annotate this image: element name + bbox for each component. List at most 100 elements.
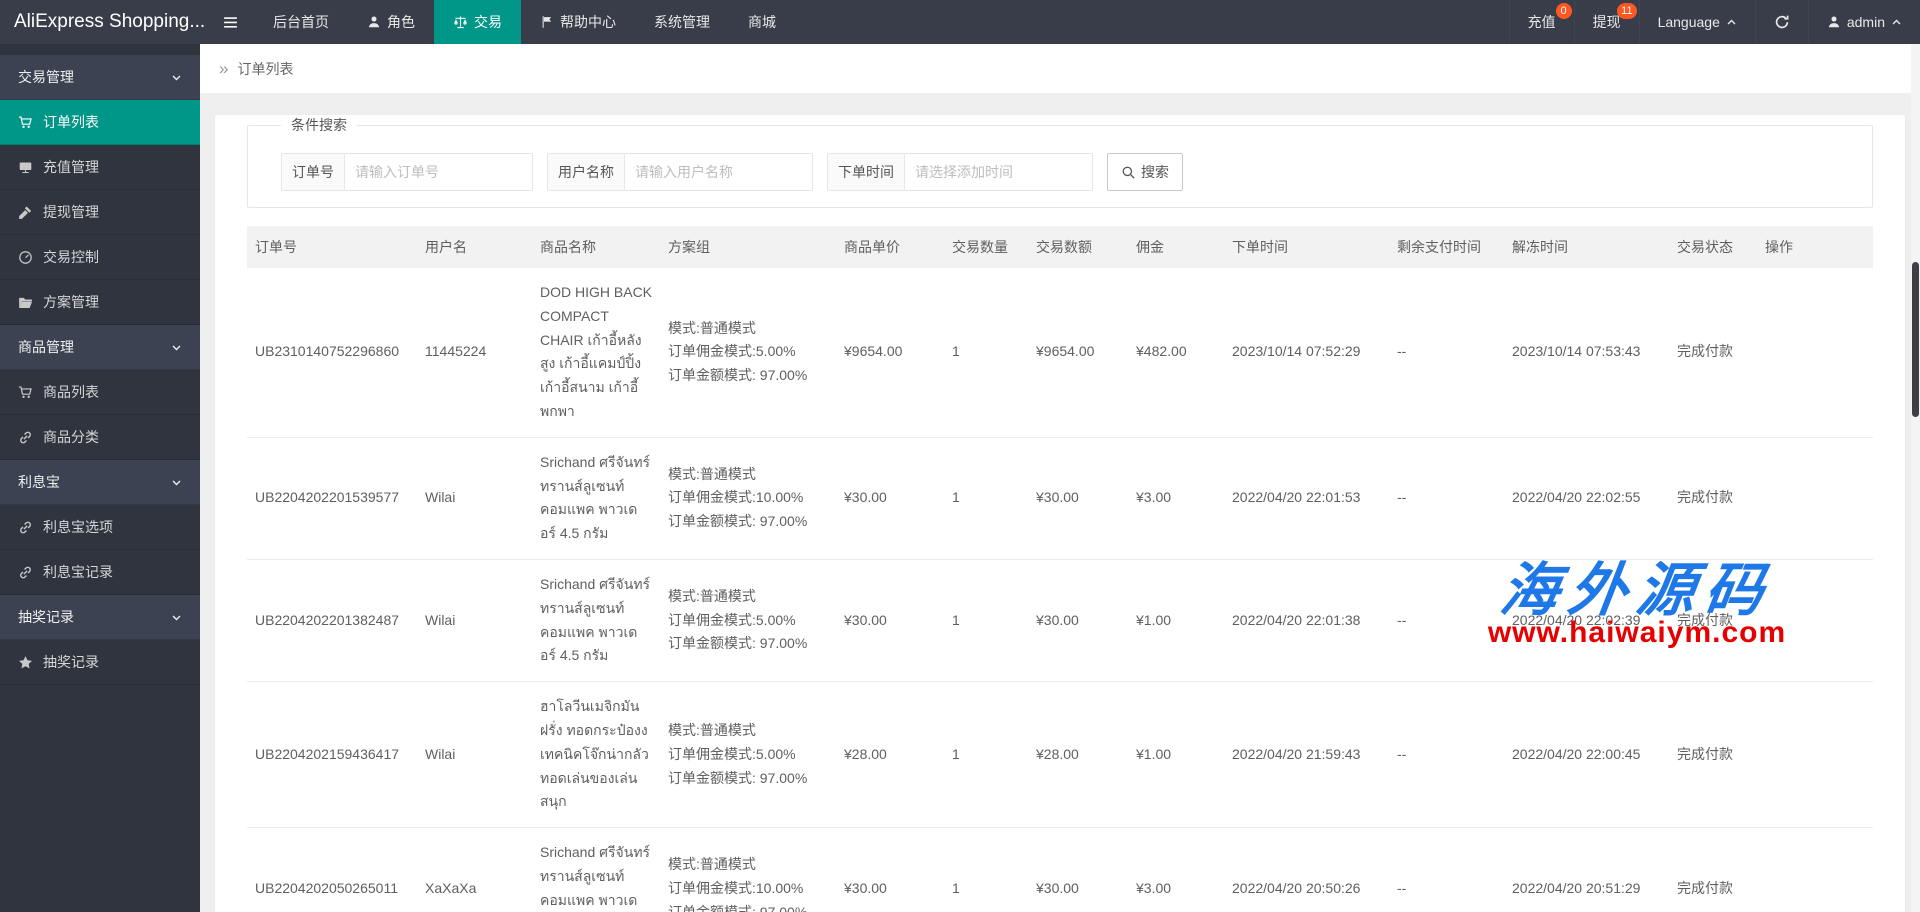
nav-item[interactable]: 后台首页 (254, 0, 348, 44)
cell-price: ¥9654.00 (836, 268, 944, 437)
recharge-badge: 0 (1556, 3, 1572, 19)
cell-product: Srichand ศรีจันทร์ ทรานส์ลูเซนท์ คอมแพค … (532, 559, 660, 681)
search-field-label: 下单时间 (827, 153, 905, 191)
sidebar-item[interactable]: 利息宝选项 (0, 505, 200, 550)
sidebar-item-label: 抽奖记录 (43, 652, 99, 672)
cell-product: DOD HIGH BACK COMPACT CHAIR เก้าอี้หลังส… (532, 268, 660, 437)
cell-plan: 模式:普通模式订单佣金模式:10.00%订单金额模式: 97.00% (660, 437, 836, 559)
nav-item[interactable]: 系统管理 (635, 0, 729, 44)
sidebar-group-header[interactable]: 交易管理 (0, 55, 200, 100)
sidebar-item[interactable]: 交易控制 (0, 235, 200, 280)
cell-order-no: UB2204202050265011 (247, 828, 417, 912)
orders-table-wrap: 订单号用户名商品名称方案组商品单价交易数量交易数额佣金下单时间剩余支付时间解冻时… (247, 226, 1873, 912)
cell-amount: ¥9654.00 (1028, 268, 1128, 437)
search-field-input[interactable] (345, 153, 533, 191)
breadcrumb-arrows-icon: » (219, 60, 228, 77)
cart-icon (18, 115, 34, 130)
sidebar-item-label: 利息宝选项 (43, 517, 113, 537)
sidebar-group-header[interactable]: 利息宝 (0, 460, 200, 505)
cell-status: 完成付款 (1669, 559, 1757, 681)
sidebar-group-header[interactable]: 商品管理 (0, 325, 200, 370)
cell-user: Wilai (417, 559, 532, 681)
withdraw-label: 提现 (1593, 12, 1621, 32)
folder-icon (18, 295, 34, 310)
cell-unfreeze-time: 2022/04/20 22:02:39 (1504, 559, 1669, 681)
cell-action (1757, 268, 1873, 437)
cell-action (1757, 559, 1873, 681)
sidebar-group-label: 商品管理 (18, 337, 74, 357)
breadcrumb: » 订单列表 (200, 44, 1920, 93)
plan-line: 订单金额模式: 97.00% (668, 510, 828, 534)
sidebar-item[interactable]: 抽奖记录 (0, 640, 200, 685)
sidebar-item[interactable]: 商品分类 (0, 415, 200, 460)
sidebar-item[interactable]: 利息宝记录 (0, 550, 200, 595)
admin-dropdown[interactable]: admin (1808, 0, 1920, 44)
cell-amount: ¥28.00 (1028, 682, 1128, 828)
link-icon (18, 565, 34, 580)
nav-item[interactable]: 角色 (348, 0, 434, 44)
person-icon (367, 15, 381, 29)
hamburger-menu-icon[interactable] (206, 0, 254, 44)
cell-order-time: 2022/04/20 20:50:26 (1224, 828, 1389, 912)
sidebar-item[interactable]: 方案管理 (0, 280, 200, 325)
nav-item[interactable]: 交易 (434, 0, 521, 44)
cell-plan: 模式:普通模式订单佣金模式:5.00%订单金额模式: 97.00% (660, 682, 836, 828)
search-icon (1121, 165, 1136, 180)
star-icon (18, 655, 34, 670)
search-button[interactable]: 搜索 (1107, 153, 1183, 191)
cell-plan: 模式:普通模式订单佣金模式:10.00%订单金额模式: 97.00% (660, 828, 836, 912)
plan-line: 订单佣金模式:10.00% (668, 486, 828, 510)
plan-line: 订单佣金模式:5.00% (668, 743, 828, 767)
cell-commission: ¥482.00 (1128, 268, 1224, 437)
search-field-input[interactable] (905, 153, 1093, 191)
plan-line: 订单佣金模式:10.00% (668, 877, 828, 901)
cell-qty: 1 (944, 268, 1028, 437)
cell-amount: ¥30.00 (1028, 437, 1128, 559)
search-field-input[interactable] (625, 153, 813, 191)
sidebar-group-header[interactable]: 抽奖记录 (0, 595, 200, 640)
top-bar: AliExpress Shopping... 后台首页 角色交易帮助中心系统管理商… (0, 0, 1920, 44)
cell-user: XaXaXa (417, 828, 532, 912)
cell-qty: 1 (944, 682, 1028, 828)
cell-amount: ¥30.00 (1028, 828, 1128, 912)
cell-product: ฮาโลวีนเมจิกมันฝรั่ง ทอดกระป๋องง เทคนิคโ… (532, 682, 660, 828)
sidebar-menu: 交易管理订单列表充值管理提现管理交易控制方案管理商品管理商品列表商品分类利息宝利… (0, 55, 200, 685)
cart-icon (18, 385, 34, 400)
nav-item[interactable]: 帮助中心 (521, 0, 635, 44)
table-row: UB2204202201539577WilaiSrichand ศรีจันทร… (247, 437, 1873, 559)
column-header: 方案组 (660, 226, 836, 268)
sidebar-item[interactable]: 充值管理 (0, 145, 200, 190)
vertical-scrollbar[interactable] (1911, 44, 1920, 912)
cell-unfreeze-time: 2022/04/20 22:02:55 (1504, 437, 1669, 559)
sidebar-item[interactable]: 提现管理 (0, 190, 200, 235)
page-title: 订单列表 (237, 59, 293, 79)
withdraw-button[interactable]: 提现 11 (1574, 0, 1639, 44)
plan-line: 模式:普通模式 (668, 585, 828, 609)
refresh-icon (1774, 14, 1790, 30)
plan-line: 订单金额模式: 97.00% (668, 364, 828, 388)
cell-commission: ¥1.00 (1128, 559, 1224, 681)
search-field: 下单时间 (827, 153, 1093, 191)
refresh-button[interactable] (1755, 0, 1808, 44)
sidebar-item[interactable]: 商品列表 (0, 370, 200, 415)
table-row: UB231014075229686011445224DOD HIGH BACK … (247, 268, 1873, 437)
content-card: 条件搜索 订单号用户名称下单时间 搜索 订单号用户名商品名称方案组商品单价交易数… (215, 115, 1905, 912)
cell-action (1757, 437, 1873, 559)
recharge-button[interactable]: 充值 0 (1509, 0, 1574, 44)
scrollbar-thumb[interactable] (1912, 262, 1919, 417)
cell-remaining: -- (1389, 268, 1504, 437)
cell-user: Wilai (417, 682, 532, 828)
search-button-label: 搜索 (1141, 162, 1169, 182)
gauge-icon (18, 250, 34, 265)
nav-item[interactable]: 商城 (729, 0, 795, 44)
nav-item-label: 后台首页 (273, 12, 329, 32)
nav-item-label: 角色 (387, 12, 415, 32)
cell-price: ¥30.00 (836, 828, 944, 912)
app-logo: AliExpress Shopping... (0, 0, 206, 44)
sidebar-item[interactable]: 订单列表 (0, 100, 200, 145)
cell-remaining: -- (1389, 828, 1504, 912)
sidebar-item-label: 订单列表 (43, 112, 99, 132)
cell-status: 完成付款 (1669, 268, 1757, 437)
cell-remaining: -- (1389, 682, 1504, 828)
language-dropdown[interactable]: Language (1639, 0, 1755, 44)
